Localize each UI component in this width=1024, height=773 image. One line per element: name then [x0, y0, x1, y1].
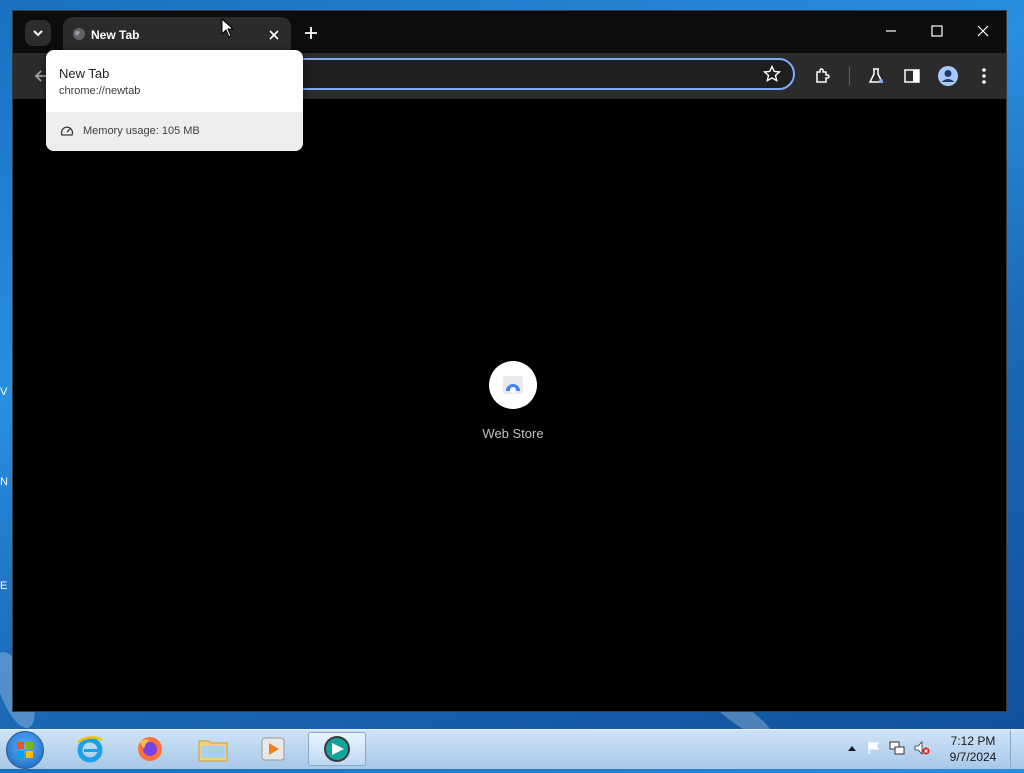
flask-icon — [868, 68, 884, 83]
shortcut-label: Web Store — [482, 426, 544, 441]
star-icon[interactable] — [763, 65, 781, 83]
network-tray-icon[interactable] — [889, 740, 905, 756]
puzzle-icon — [816, 68, 830, 83]
extensions-button[interactable] — [812, 65, 834, 87]
tab-search-button[interactable] — [25, 20, 51, 46]
gauge-icon — [60, 126, 74, 136]
close-window-button[interactable] — [971, 21, 995, 41]
hover-card-title: New Tab — [59, 66, 110, 81]
volume-tray-icon[interactable] — [914, 740, 930, 756]
internet-explorer-icon — [77, 736, 103, 763]
avatar-icon — [938, 66, 958, 86]
minimize-button[interactable] — [879, 21, 903, 41]
labs-button[interactable] — [865, 65, 887, 87]
memory-usage-text: Memory usage: 105 MB — [83, 125, 200, 137]
chevron-up-icon — [848, 746, 856, 751]
more-vertical-icon — [982, 68, 986, 84]
new-tab-button[interactable] — [301, 23, 321, 43]
chevron-down-icon — [33, 30, 43, 37]
tray-overflow-button[interactable] — [844, 740, 860, 756]
clock-date: 9/7/2024 — [949, 750, 997, 764]
clock-time: 7:12 PM — [950, 734, 996, 748]
globe-icon — [73, 28, 85, 40]
menu-button[interactable] — [973, 65, 995, 87]
close-icon — [977, 25, 989, 37]
taskbar-app-firefox[interactable] — [130, 732, 170, 766]
volume-muted-icon — [914, 741, 930, 755]
folder-icon — [198, 740, 228, 762]
windows-logo-icon — [17, 742, 33, 758]
media-player-icon — [261, 737, 285, 761]
tab-title: New Tab — [91, 28, 140, 42]
firefox-icon — [138, 737, 162, 761]
tab-strip: New Tab — [13, 11, 1006, 53]
hover-card-url: chrome://newtab — [59, 85, 141, 97]
shortcut-tile — [489, 361, 537, 409]
taskbar-app-internet-explorer[interactable] — [70, 732, 110, 766]
chrome-dev-icon — [324, 736, 350, 762]
toolbar-separator — [849, 67, 850, 85]
hover-card-memory: Memory usage: 105 MB — [46, 112, 303, 151]
start-button[interactable] — [6, 731, 44, 769]
tab-hover-card: New Tab chrome://newtab Memory usage: 10… — [46, 50, 303, 151]
plus-icon — [305, 27, 317, 39]
flag-icon — [868, 742, 880, 754]
tab-new-tab[interactable]: New Tab — [63, 17, 291, 53]
action-center-flag[interactable] — [866, 740, 882, 756]
shortcut-web-store[interactable]: Web Store — [453, 361, 573, 441]
profile-button[interactable] — [937, 65, 959, 87]
taskbar: 7:12 PM 9/7/2024 — [0, 729, 1024, 769]
side-panel-button[interactable] — [901, 65, 923, 87]
minimize-icon — [886, 30, 896, 32]
side-panel-icon — [904, 69, 920, 83]
web-store-icon — [503, 376, 523, 394]
close-icon — [269, 30, 279, 40]
network-icon — [889, 741, 905, 755]
taskbar-app-media-player[interactable] — [253, 732, 293, 766]
taskbar-app-file-explorer[interactable] — [193, 732, 233, 766]
maximize-icon — [931, 25, 943, 37]
show-desktop-button[interactable] — [1010, 730, 1024, 769]
tab-close-button[interactable] — [265, 26, 283, 44]
taskbar-app-chrome-dev[interactable] — [308, 732, 366, 766]
taskbar-clock[interactable]: 7:12 PM 9/7/2024 — [942, 733, 1004, 765]
mouse-cursor-icon — [221, 18, 235, 38]
maximize-button[interactable] — [925, 21, 949, 41]
